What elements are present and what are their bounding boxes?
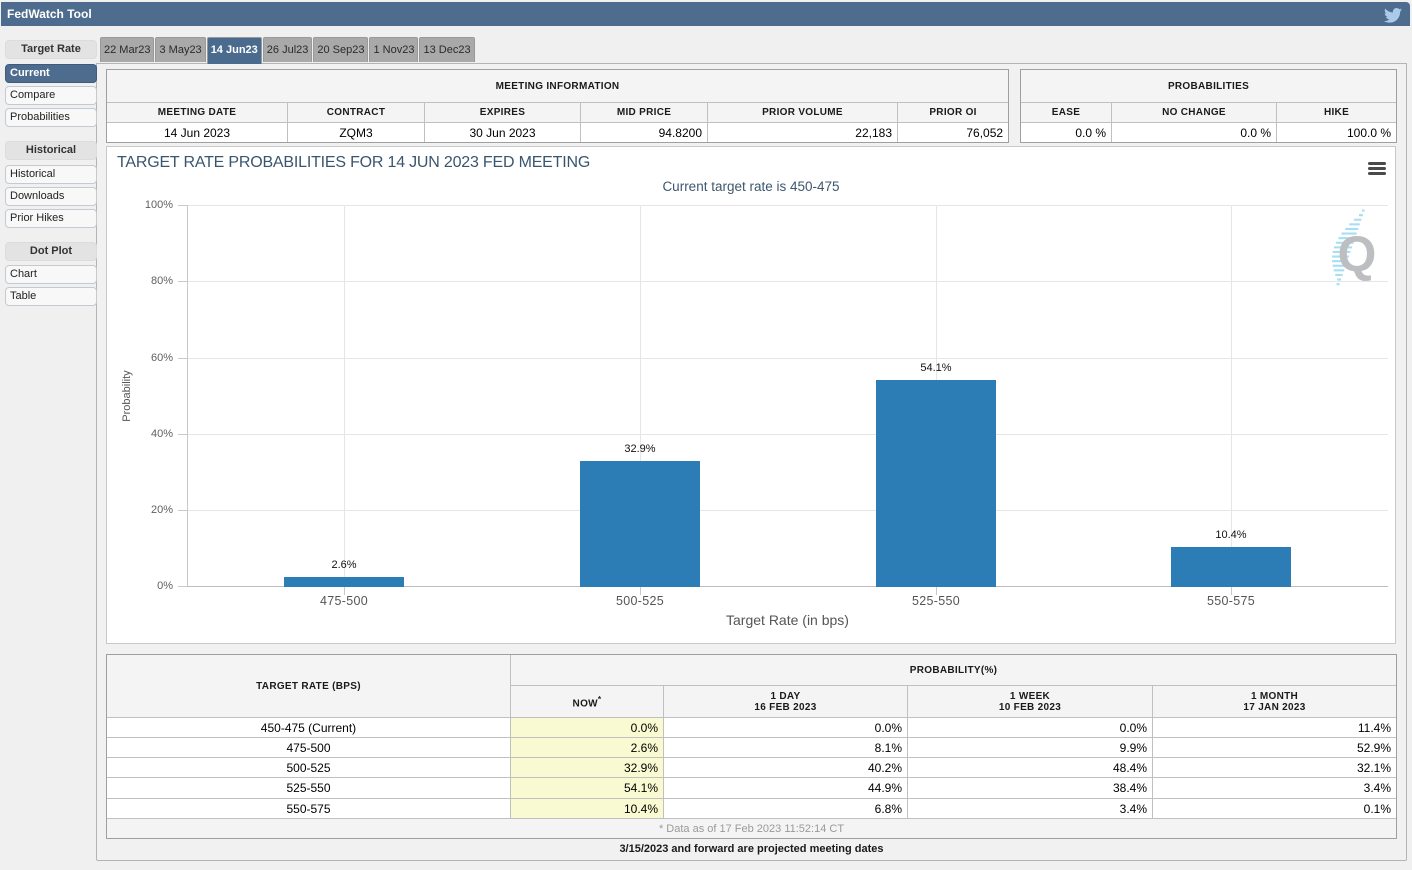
svg-text:Q: Q: [1338, 226, 1377, 282]
